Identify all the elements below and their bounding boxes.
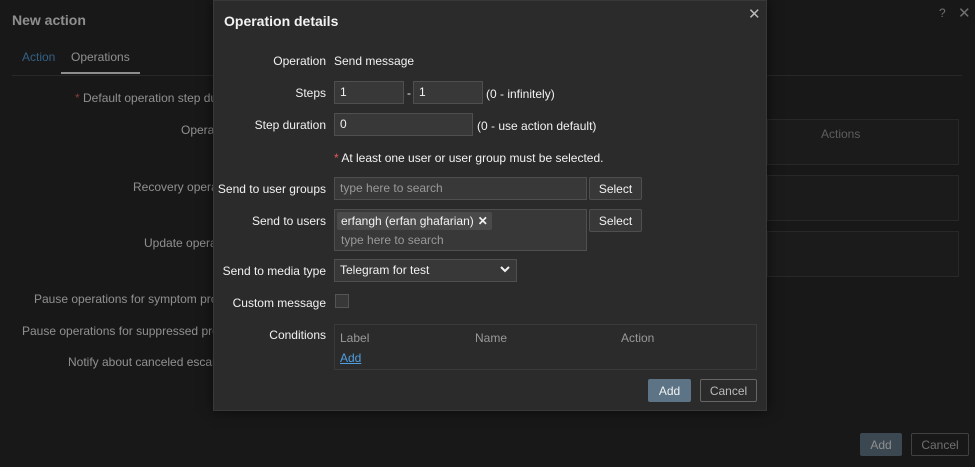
media-type-value: Telegram for test bbox=[340, 263, 430, 277]
step-duration-hint: (0 - use action default) bbox=[477, 119, 597, 133]
recovery-operations-table bbox=[767, 175, 959, 221]
conditions-label: Conditions bbox=[269, 328, 326, 342]
requirement-note: * At least one user or user group must b… bbox=[334, 151, 604, 165]
modal-title: Operation details bbox=[224, 13, 339, 29]
user-groups-select-button[interactable]: Select bbox=[589, 177, 642, 200]
conditions-header-label: Label bbox=[340, 331, 370, 345]
actions-column-header: Actions bbox=[821, 127, 861, 141]
users-label: Send to users bbox=[251, 214, 326, 228]
remove-user-icon[interactable]: ✕ bbox=[478, 214, 488, 228]
custom-message-checkbox[interactable] bbox=[335, 294, 349, 308]
selected-user-tag: erfangh (erfan ghafarian) ✕ bbox=[337, 212, 492, 230]
media-type-select[interactable]: Telegram for test bbox=[334, 259, 517, 282]
help-icon[interactable]: ? bbox=[939, 6, 946, 20]
pause-symptom-label: Pause operations for symptom probl bbox=[34, 292, 227, 306]
conditions-header-name: Name bbox=[475, 331, 508, 345]
modal-add-button[interactable]: Add bbox=[648, 379, 691, 402]
notify-canceled-label: Notify about canceled escalat bbox=[68, 355, 225, 369]
update-operations-label: Update operat bbox=[144, 236, 221, 250]
step-duration-input[interactable]: 0 bbox=[334, 113, 473, 136]
operations-table bbox=[767, 119, 959, 165]
users-multiselect[interactable]: erfangh (erfan ghafarian) ✕ type here to… bbox=[334, 209, 587, 251]
steps-hint: (0 - infinitely) bbox=[486, 87, 555, 101]
cancel-button[interactable]: Cancel bbox=[911, 433, 969, 456]
close-icon[interactable]: ✕ bbox=[958, 4, 971, 22]
users-search-input[interactable]: type here to search bbox=[341, 233, 444, 247]
conditions-table: Label Name Action Add bbox=[334, 324, 757, 370]
operation-label: Operation bbox=[273, 54, 326, 68]
recovery-operations-label: Recovery operat bbox=[133, 180, 222, 194]
custom-message-label: Custom message bbox=[232, 296, 326, 310]
selected-user-name: erfangh (erfan ghafarian) bbox=[341, 214, 474, 228]
steps-separator: - bbox=[407, 86, 411, 100]
steps-to-input[interactable]: 1 bbox=[413, 81, 483, 104]
operation-value: Send message bbox=[334, 54, 415, 68]
operation-details-modal: Operation details ✕ Operation Send messa… bbox=[213, 0, 767, 411]
update-operations-table bbox=[767, 231, 959, 277]
conditions-header-action: Action bbox=[621, 331, 655, 345]
steps-label: Steps bbox=[295, 86, 326, 100]
steps-from-input[interactable]: 1 bbox=[334, 81, 404, 104]
close-icon[interactable]: ✕ bbox=[748, 5, 761, 23]
user-groups-label: Send to user groups bbox=[217, 182, 326, 196]
tab-action[interactable]: Action bbox=[22, 50, 55, 72]
user-groups-search-input[interactable]: type here to search bbox=[334, 177, 587, 200]
pause-suppressed-label: Pause operations for suppressed probl bbox=[22, 324, 229, 338]
default-step-duration-label: * Default operation step dura bbox=[75, 91, 228, 105]
step-duration-label: Step duration bbox=[254, 118, 326, 132]
dialog-title: New action bbox=[12, 12, 86, 28]
add-condition-link[interactable]: Add bbox=[340, 351, 361, 365]
add-button[interactable]: Add bbox=[860, 433, 902, 456]
chevron-down-icon bbox=[500, 266, 510, 273]
modal-cancel-button[interactable]: Cancel bbox=[700, 379, 757, 402]
media-type-label: Send to media type bbox=[222, 264, 326, 278]
tab-operations[interactable]: Operations bbox=[61, 50, 140, 74]
users-select-button[interactable]: Select bbox=[589, 209, 642, 232]
